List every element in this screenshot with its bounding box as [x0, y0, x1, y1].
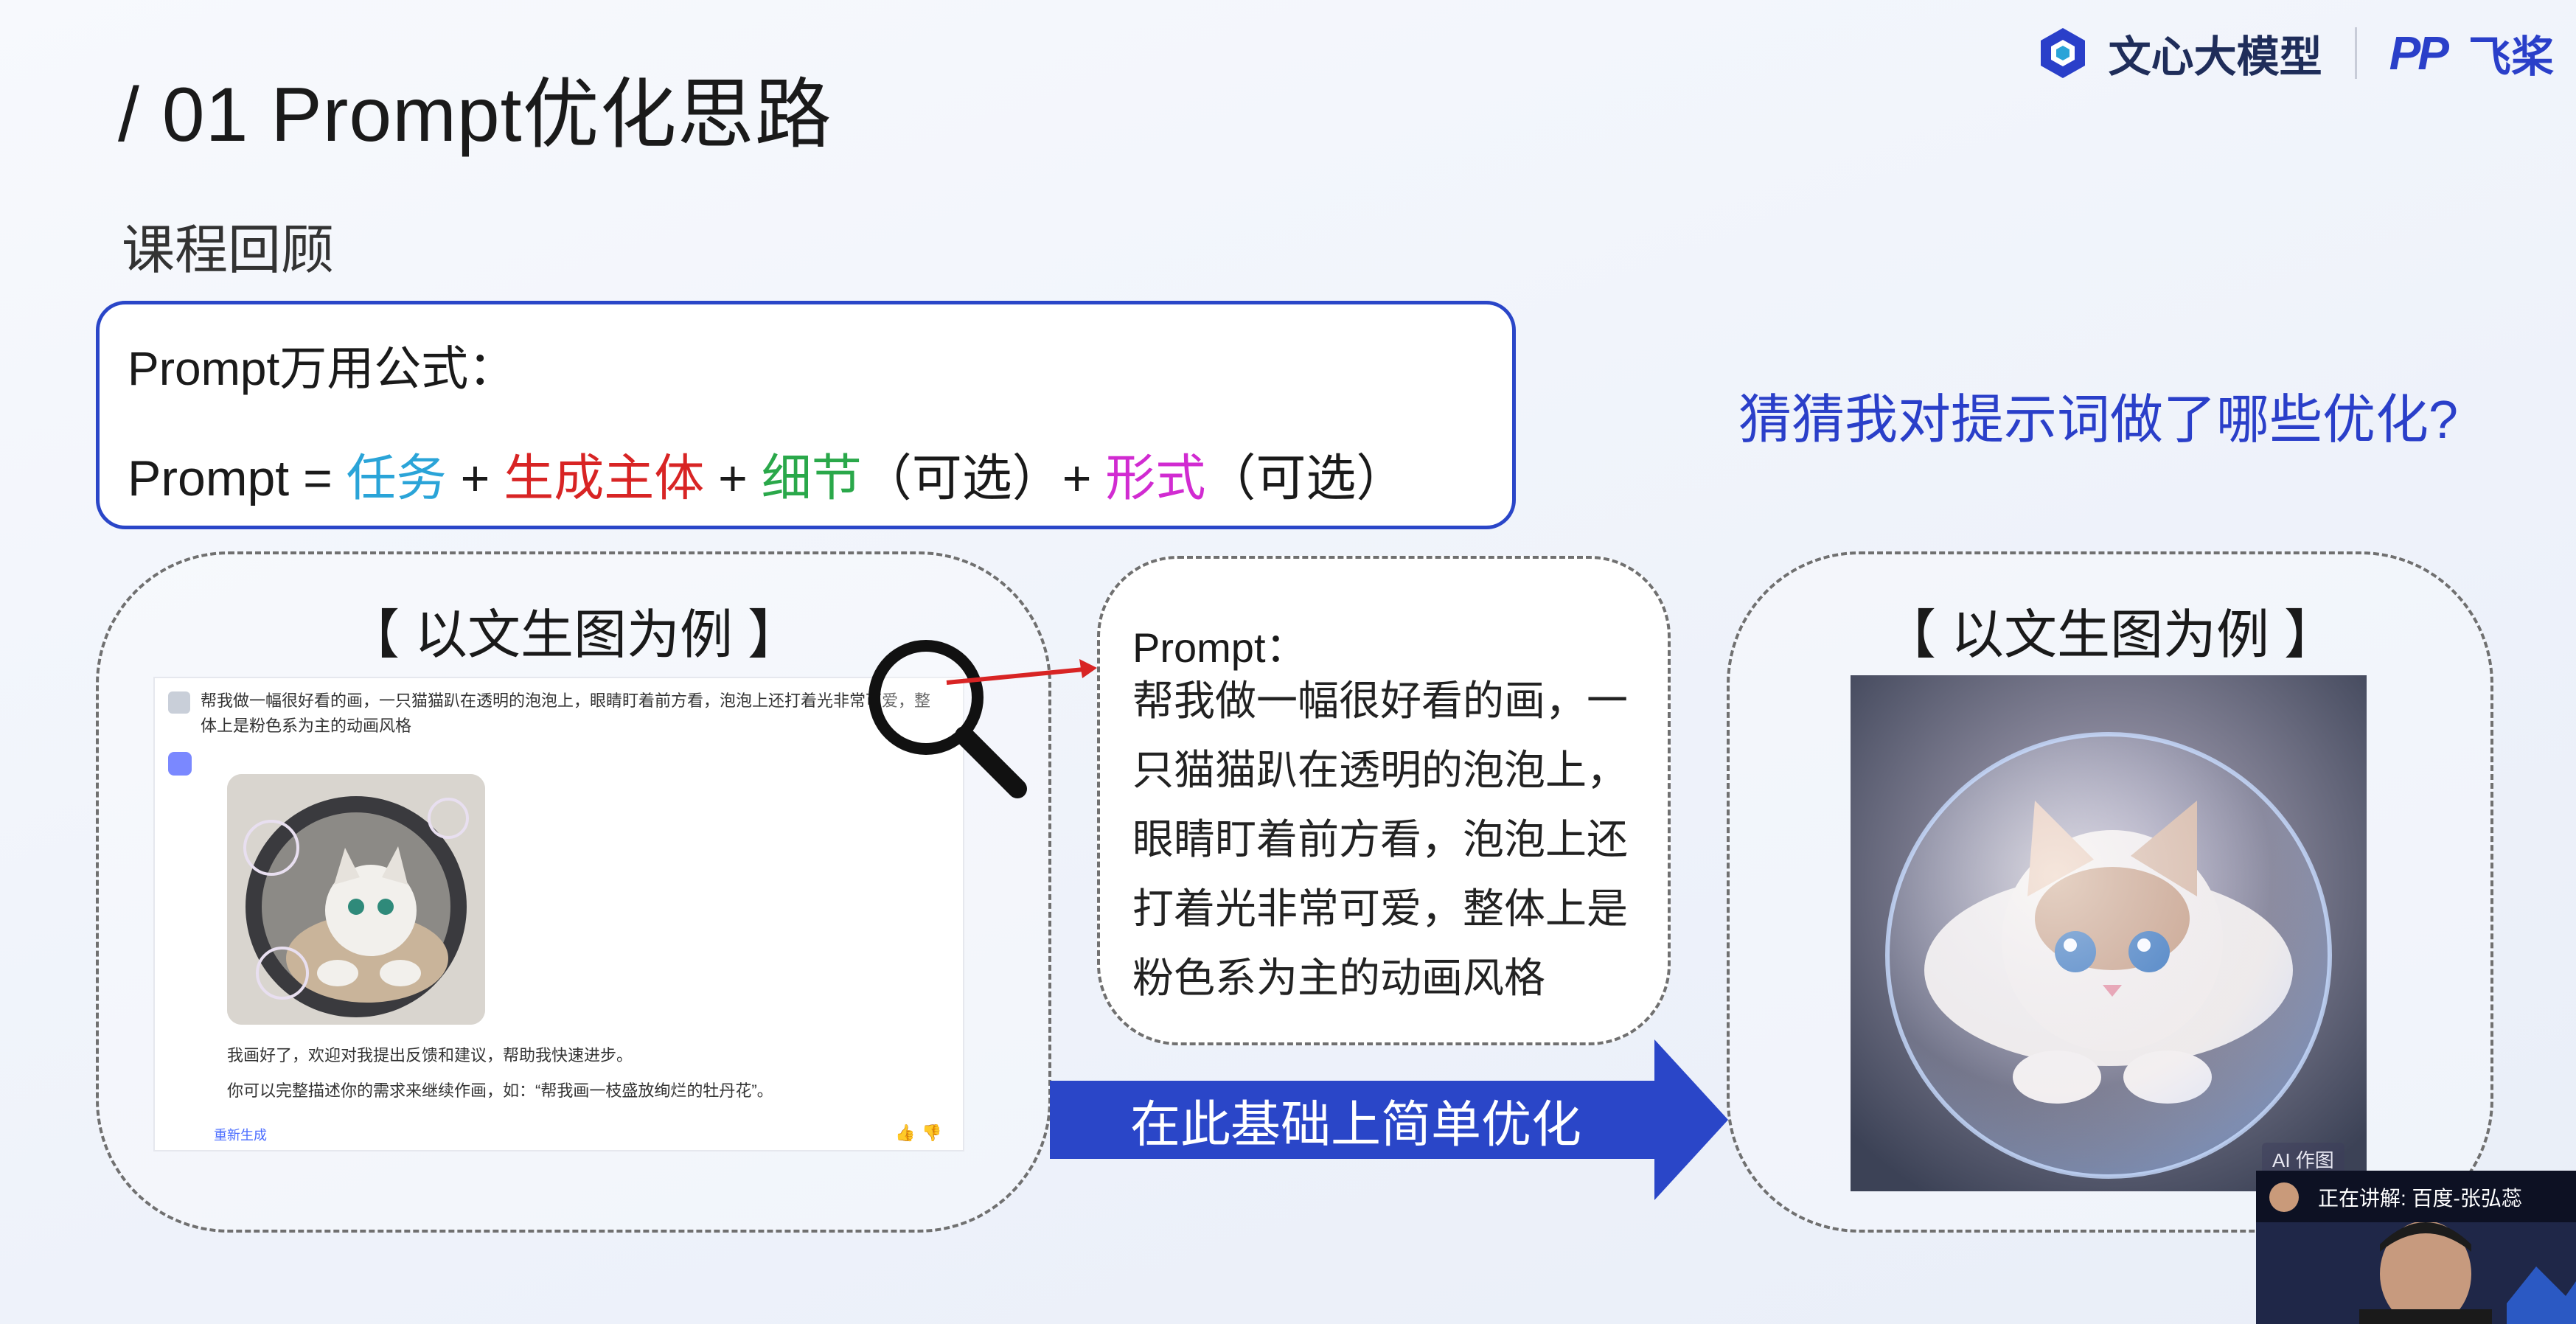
- partner-name: 飞桨: [2468, 33, 2554, 81]
- chat-question: 帮我做一幅很好看的画，一只猫猫趴在透明的泡泡上，眼睛盯着前方看，泡泡上还打着光非…: [201, 691, 931, 735]
- optimization-question: 猜猜我对提示词做了哪些优化?: [1738, 391, 2459, 450]
- paddle-logo-icon: PP: [2389, 27, 2449, 80]
- formula-detail: 细节: [761, 450, 862, 506]
- formula-plus: +: [704, 450, 762, 506]
- wenxin-logo-icon: [2040, 28, 2085, 78]
- prompt-text: 帮我做一幅很好看的画，一只猫猫趴在透明的泡泡上，眼睛盯着前方看，泡泡上还打着光非…: [1132, 677, 1628, 1001]
- generated-cat-image-small: [227, 774, 485, 1025]
- formula-line: Prompt = 任务 + 生成主体 + 细节（可选）+ 形式（可选）: [128, 437, 1406, 510]
- optimize-arrow-label: 在此基础上简单优化: [1129, 1097, 1581, 1153]
- chat-screenshot: 帮我做一幅很好看的画，一只猫猫趴在透明的泡泡上，眼睛盯着前方看，泡泡上还打着光非…: [155, 678, 963, 1150]
- formula-optional: （可选）+: [861, 450, 1106, 506]
- slide-title: / 01 Prompt优化思路: [118, 72, 832, 158]
- presenter-video: [2256, 1222, 2576, 1324]
- formula-label: Prompt万用公式：: [128, 342, 516, 395]
- chat-reply: 我画好了，欢迎对我提出反馈和建议，帮助我快速进步。 你可以完整描述你的需求来继续…: [227, 1038, 950, 1109]
- presenter-overlay: 正在讲解: 百度-张弘蕊: [2256, 1171, 2576, 1324]
- brand-name: 文心大模型: [2108, 33, 2322, 81]
- presenter-status: 正在讲解: 百度-张弘蕊: [2318, 1187, 2522, 1210]
- formula-optional: （可选）: [1205, 450, 1407, 506]
- chat-reply-line: 你可以完整描述你的需求来继续作画，如：“帮我画一枝盛放绚烂的牡丹花”。: [227, 1081, 773, 1100]
- pointer-arrow-icon: [946, 659, 1097, 685]
- bot-avatar-icon: [168, 752, 192, 776]
- formula-subject: 生成主体: [504, 450, 705, 506]
- slide-subtitle: 课程回顾: [122, 221, 335, 280]
- live-status-bar: 正在讲解: 百度-张弘蕊: [2256, 1171, 2576, 1222]
- thumbs-up-icon[interactable]: 👍: [895, 1123, 915, 1143]
- prompt-label: Prompt：: [1132, 624, 1307, 671]
- thumbs-down-icon[interactable]: 👎: [922, 1123, 941, 1143]
- brand-header: 文心大模型 PP 飞桨: [2039, 22, 2554, 84]
- prompt-card: Prompt： 帮我做一幅很好看的画，一只猫猫趴在透明的泡泡上，眼睛盯着前方看，…: [1097, 556, 1671, 1045]
- formula-task: 任务: [346, 450, 447, 506]
- regenerate-button[interactable]: 重新生成: [214, 1125, 267, 1144]
- brand-divider: [2354, 27, 2357, 79]
- formula-form: 形式: [1105, 450, 1206, 506]
- right-card-title: 【 以文生图为例 】: [1882, 606, 2337, 665]
- chat-reply-line: 我画好了，欢迎对我提出反馈和建议，帮助我快速进步。: [227, 1046, 633, 1065]
- formula-box: Prompt万用公式： Prompt = 任务 + 生成主体 + 细节（可选）+…: [96, 301, 1516, 529]
- formula-prefix: Prompt =: [128, 450, 347, 506]
- formula-plus: +: [446, 450, 504, 506]
- generated-cat-image-large: [1851, 675, 2367, 1191]
- presenter-avatar: [2269, 1182, 2299, 1212]
- user-avatar-icon: [168, 691, 190, 714]
